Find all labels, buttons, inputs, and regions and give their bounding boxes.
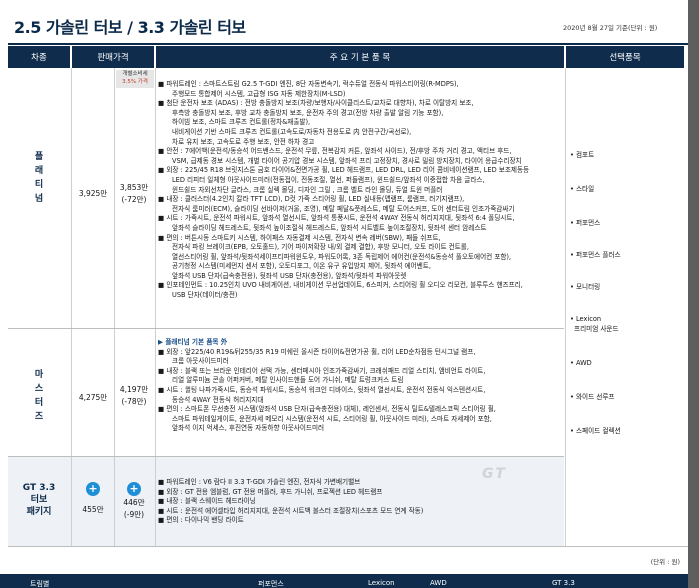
plus-icon: + <box>127 482 141 496</box>
feature-line: 크롬 아웃사이드미러 <box>172 357 229 366</box>
price2-platinum: 3,853만 (-72만) <box>114 182 154 206</box>
feature-line: ■ 내장 : 블랙 또는 브라운 인테리어 선택 가능, 센터페시아 인조가죽감… <box>158 366 486 375</box>
feature-line: 주행모드 통합제어 시스템, 고급형 ISG 자동 제한장치(M-LSD) <box>172 89 346 98</box>
option-performance-plus: • 퍼포먼스 플러스 <box>570 251 621 259</box>
feature-line: ■ 내장 : 클러스터(4.2인치 칼라 TFT LCD), D컷 가죽 스티어… <box>158 195 465 204</box>
page-title: 2.5 가솔린 터보 / 3.3 가솔린 터보 <box>14 18 246 37</box>
option-style: • 스타일 <box>570 185 595 193</box>
peek-performance: 퍼포먼스 <box>258 580 284 588</box>
feature-line: ■ 첨단 운전자 보조 (ADAS) : 전방 충돌방지 보조(차량/보행자/사… <box>158 99 474 108</box>
column-header-price: 판매가격 <box>72 46 154 68</box>
option-spade-collection: • 스페이드 컬렉션 <box>570 427 621 435</box>
date-note: 2020년 8월 27일 기준 <box>562 24 628 32</box>
feature-line: 동승석 4WAY 전동식 허리지지대 <box>172 395 264 404</box>
unit-note: (단위 : 원) <box>650 558 680 566</box>
feature-line: ■ 편의 : 버튼시동 스마트키 시스템, 하이패스 자동결제 시스템, 전자식… <box>158 233 441 242</box>
feature-line: 차로 유지 보조, 고속도로 주행 보조, 안전 하차 경고 <box>172 137 315 146</box>
price2-masters-value: 4,197만 <box>119 385 149 394</box>
document-page: 2.5 가솔린 터보 / 3.3 가솔린 터보 2020년 8월 27일 기준 … <box>0 0 688 588</box>
option-performance: • 퍼포먼스 <box>570 219 601 227</box>
grid-line <box>71 68 72 546</box>
price-subheader-line2: 3.5% 가격 <box>122 79 148 85</box>
feature-line: ■ 파워트레인 : 스마트스트림 G2.5 T-GDI 엔진, 8단 자동변속기… <box>158 80 459 88</box>
unit-note-header: (단위 : 원) <box>628 24 658 32</box>
price2-masters-diff: (-78만) <box>121 397 147 406</box>
price2-gt-diff: (-9만) <box>123 510 145 519</box>
header-rule <box>8 43 688 45</box>
feature-line: 앞좌석 이지 억세스, 후진연동 자동하향 아웃사이드미러 <box>172 424 325 433</box>
option-lexicon: • Lexicon <box>570 315 602 323</box>
price2-gt: 446만 (-9만) <box>114 497 154 521</box>
feature-line: 내비게이션 기반 스마트 크루즈 컨트롤(고속도로/자동차 전용도로 内 안전구… <box>172 127 412 136</box>
price-masters: 4,275만 <box>78 393 108 402</box>
features-gt: ■ 파워트레인 : V6 람다 II 3.3 T-GDI 가솔린 엔진, 전자식… <box>158 478 566 526</box>
feature-line: LED 리피터 일체형 아웃사이드미러(전동접이, 전동조절, 열선, 퍼들램프… <box>172 175 485 184</box>
feature-line: 앞좌석 슬라이딩 헤드레스트, 뒷좌석 높이조절식 헤드레스트, 앞좌석 시트벨… <box>172 223 487 232</box>
features-platinum: ■ 파워트레인 : 스마트스트림 G2.5 T-GDI 엔진, 8단 자동변속기… <box>158 80 566 301</box>
next-table-header: 트림별 퍼포먼스 Lexicon AWD GT 3.3 <box>0 574 688 588</box>
feature-line: 열선스티어링 휠, 앞좌석/뒷좌석세이프티파워윈도우, 파워도어록, 3존 독립… <box>172 252 512 261</box>
feature-line: ■ 외장 : GT 전용 엠블럼, GT 전용 머플러, 후드 가니쉬, 프로젝… <box>158 487 383 496</box>
feature-line: ▶ 플래티넘 기본 품목 外 <box>158 338 228 346</box>
option-wide-sunroof: • 와이드 선루프 <box>570 393 615 401</box>
feature-line: ■ 편의 : 스마트폰 무선충전 시스템(앞좌석 USB 단자(급속충전용) 대… <box>158 405 496 414</box>
column-header-trim: 차종 <box>8 46 70 68</box>
feature-line: 후측방 충돌방지 보조, 후방 교차 충돌방지 보조, 운전자 주의 경고(전방… <box>172 108 444 117</box>
feature-line: VSM, 급제동 경보 시스템, 개별 타이어 공기압 경보 시스템, 앞좌석 … <box>172 156 522 165</box>
option-comfort: • 컴포트 <box>570 151 595 159</box>
grid-line <box>114 68 115 546</box>
row-separator <box>8 328 564 329</box>
feature-line: ■ 외장 : 앞225/40 R19&뒤255/35 R19 미쉐린 올시즌 타… <box>158 347 476 356</box>
trim-gt: GT 3.3 터보 패키지 <box>22 483 56 517</box>
feature-line: USB 단자(데이터/충전) <box>172 291 238 300</box>
feature-line: 스마트 파워테일게이트, 운전자세 메모리 시스템(운전석 시트, 스티어링 휠… <box>172 414 492 423</box>
peek-lexicon: Lexicon <box>368 579 395 587</box>
plus-icon: + <box>86 482 100 496</box>
feature-line: 전자식 파킹 브레이크(EPB, 오토홀드), 기어 파이저확장 내/외 결제 … <box>172 243 469 252</box>
feature-line: ■ 안전 : 7에어백(운전석/동승석 어드밴스드, 운전석 무릎, 전복감지 … <box>158 147 512 156</box>
price2-platinum-diff: (-72만) <box>121 195 147 204</box>
feature-line: 앞좌석 USB 단자(급속충전용), 뒷좌석 USB 단자(충전용), 앞좌석/… <box>172 271 407 280</box>
trim-masters: 마 스 터 즈 <box>34 370 44 422</box>
feature-line: ■ 편의 : 다이나믹 밴딩 라이트 <box>158 516 244 525</box>
row-separator <box>8 456 564 457</box>
price-subheader: 개별소비세 3.5% 가격 <box>116 70 154 88</box>
feature-line: ■ 시트 : 운전석 에어셀타입 허리지지대, 운전석 시트백 볼스터 조절장치… <box>158 506 424 515</box>
price-platinum: 3,925만 <box>78 189 108 198</box>
price-gt: 455만 <box>82 505 104 514</box>
feature-line: ■ 시트 : 가죽시트, 운전석 파워시트, 앞좌석 열선시트, 앞좌석 통풍시… <box>158 214 515 223</box>
feature-line: ■ 파워트레인 : V6 람다 II 3.3 T-GDI 가솔린 엔진, 전자식… <box>158 478 361 486</box>
peek-trim: 트림별 <box>30 580 50 588</box>
trim-platinum: 플 래 티 넘 <box>34 152 44 204</box>
feature-line: ■ 시트 : 퀼팅 나파가죽시트, 동승석 파워시트, 동승석 워크인 디바이스… <box>158 385 486 394</box>
peek-awd: AWD <box>430 579 447 587</box>
vertical-scrollbar[interactable] <box>688 0 699 588</box>
feature-line: 하이빔 보조, 스마트 크루즈 컨트롤(정차&재출발), <box>172 118 311 127</box>
feature-line: 윈드쉴드 자외선차단 글라스, 크롬 실렉 몰딩, 디자인 그릴 , 크롬 벨트… <box>172 185 443 194</box>
option-awd: • AWD <box>570 359 592 367</box>
column-header-options: 선택품목 <box>566 46 684 68</box>
feature-line: ■ 외장 : 225/45 R18 브릿지스톤 금호 타이어&전면가공 휠, L… <box>158 166 530 175</box>
feature-line: 전자식 룸미러(ECM), 슬라이딩 선바이저(거울, 조명), 메탈 페달&풋… <box>172 204 515 213</box>
option-monitoring: • 모니터링 <box>570 283 601 291</box>
option-lexicon-sub: 프리미엄 사운드 <box>574 325 619 333</box>
price2-platinum-value: 3,853만 <box>119 183 149 192</box>
page-header: 2.5 가솔린 터보 / 3.3 가솔린 터보 2020년 8월 27일 기준 … <box>0 0 688 46</box>
grid-line <box>155 68 156 546</box>
price2-masters: 4,197만 (-78만) <box>114 384 154 408</box>
feature-line: ■ 인포테인먼트 : 10.25인치 UVO 내비게이션, 내비게이션 무선업데… <box>158 281 523 290</box>
peek-gt: GT 3.3 <box>552 579 575 587</box>
feature-line: 리얼 알루미늄 콘솔 어퍼커버, 메탈 인사이드핸들 도어 가니쉬, 메탈 트렁… <box>172 376 404 385</box>
feature-line: ■ 내장 : 블랙 스웨이드 헤드라이닝 <box>158 497 256 506</box>
row-separator <box>8 546 688 547</box>
column-header-features: 주 요 기 본 품 목 <box>156 46 564 68</box>
price-subheader-line1: 개별소비세 <box>122 71 148 77</box>
feature-line: 공기청정 시스템(미세먼지 센서 포함), 오토디포그, 이온 유구 유입방지 … <box>172 262 431 271</box>
price2-gt-value: 446만 <box>123 498 145 507</box>
features-masters: ▶ 플래티넘 기본 품목 外 ■ 외장 : 앞225/40 R19&뒤255/35… <box>158 338 566 434</box>
